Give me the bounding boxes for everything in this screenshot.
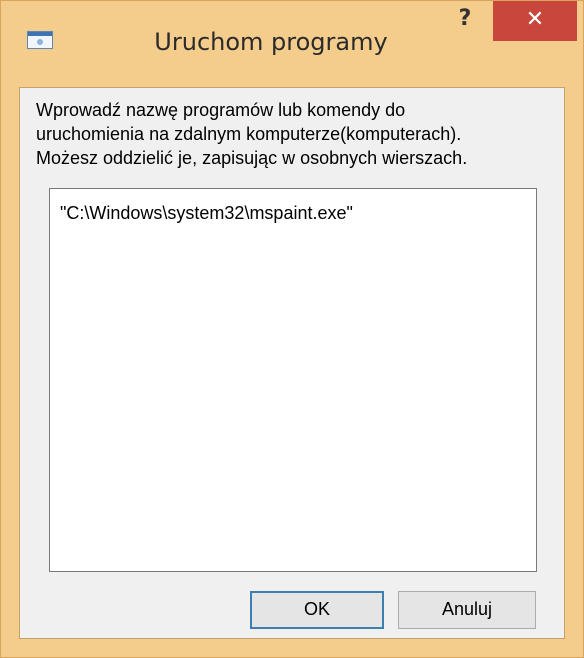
help-icon: ? bbox=[458, 6, 472, 31]
programs-textarea[interactable]: "C:\Windows\system32\mspaint.exe" bbox=[49, 188, 537, 572]
cancel-button[interactable]: Anuluj bbox=[398, 591, 536, 629]
title-bar[interactable]: Uruchom programy ? ✕ bbox=[1, 1, 583, 87]
help-button[interactable]: ? bbox=[437, 1, 493, 41]
close-icon: ✕ bbox=[525, 7, 545, 32]
window-title: Uruchom programy bbox=[154, 28, 388, 56]
close-button[interactable]: ✕ bbox=[493, 1, 577, 41]
instruction-line: Wprowadź nazwę programów lub komendy do bbox=[36, 100, 406, 120]
ok-button[interactable]: OK bbox=[250, 591, 384, 629]
instruction-line: uruchomienia na zdalnym komputerze(kompu… bbox=[36, 124, 462, 144]
instruction-line: Możesz oddzielić je, zapisując w osobnyc… bbox=[36, 148, 468, 168]
window-app-icon bbox=[27, 31, 53, 49]
dialog-body: Wprowadź nazwę programów lub komendy do … bbox=[19, 87, 565, 639]
instruction-text: Wprowadź nazwę programów lub komendy do … bbox=[36, 98, 556, 170]
run-programs-dialog: Uruchom programy ? ✕ Wprowadź nazwę prog… bbox=[0, 0, 584, 658]
